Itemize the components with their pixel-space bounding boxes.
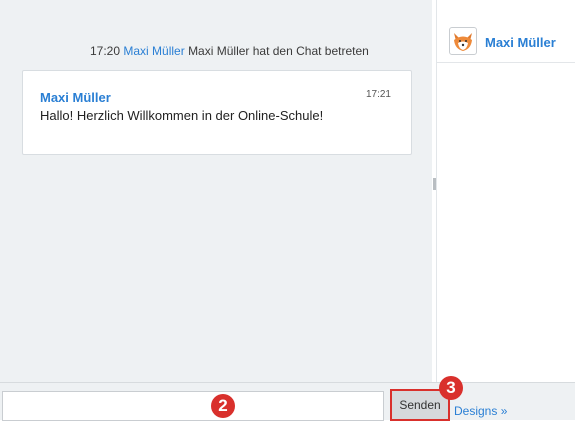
user-list-panel: Maxi Müller <box>437 0 575 382</box>
message-time: 17:21 <box>365 89 391 100</box>
system-message-text: Maxi Müller hat den Chat betreten <box>188 44 369 58</box>
message-input[interactable] <box>2 391 384 421</box>
chat-message: Maxi Müller 17:21 Hallo! Herzlich Willko… <box>22 70 412 155</box>
message-author[interactable]: Maxi Müller <box>40 90 111 105</box>
user-name[interactable]: Maxi Müller <box>485 35 556 50</box>
fox-avatar-icon <box>449 27 477 55</box>
message-text: Hallo! Herzlich Willkommen in der Online… <box>40 108 324 123</box>
message-composer: Senden Designs » <box>0 382 575 421</box>
user-list-item[interactable]: Maxi Müller <box>437 0 575 63</box>
chat-message-pane: 17:20 Maxi Müller Maxi Müller hat den Ch… <box>0 0 432 382</box>
system-message: 17:20 Maxi Müller Maxi Müller hat den Ch… <box>90 44 369 58</box>
annotation-badge-2: 2 <box>211 394 235 418</box>
system-message-time: 17:20 <box>90 44 121 58</box>
annotation-badge-3: 3 <box>439 376 463 400</box>
system-message-user-link[interactable]: Maxi Müller <box>123 44 184 58</box>
designs-link[interactable]: Designs » <box>454 404 507 418</box>
